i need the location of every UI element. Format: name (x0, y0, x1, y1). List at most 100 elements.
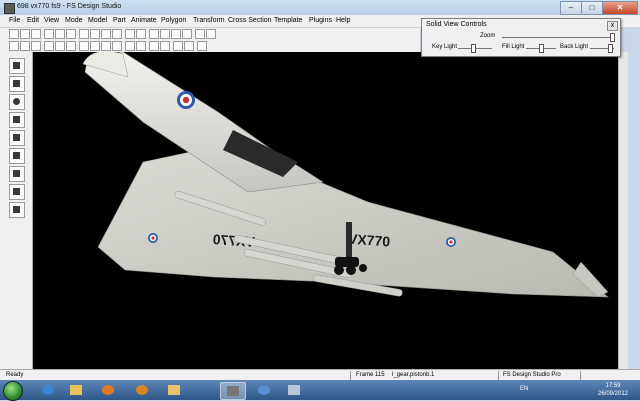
fsds-app-icon[interactable] (4, 3, 15, 14)
material-icon[interactable] (149, 41, 159, 51)
media-icon (102, 385, 114, 395)
panel-title: Solid View Controls (426, 21, 487, 28)
toolbar-secondary (0, 40, 420, 52)
menu-help[interactable]: Help (336, 17, 350, 24)
lathe-tool[interactable] (9, 202, 25, 218)
menu-cross-section[interactable]: Cross Section (228, 17, 272, 24)
zoom-slider-thumb[interactable] (609, 33, 615, 42)
side-view-icon[interactable] (90, 41, 100, 51)
find-icon[interactable] (112, 29, 122, 39)
delete-icon[interactable] (101, 29, 111, 39)
axis-z-icon[interactable] (182, 29, 192, 39)
polygon-tool[interactable] (9, 166, 25, 182)
wedge-icon (13, 134, 20, 141)
cone-icon (13, 116, 20, 123)
fsds-taskbar-button[interactable] (220, 382, 246, 400)
wedge-tool[interactable] (9, 130, 25, 146)
redo-icon[interactable] (90, 29, 100, 39)
clock-time: 17:59 (605, 383, 621, 389)
pointer-icon[interactable] (20, 41, 30, 51)
tool-palette (0, 52, 33, 369)
plug-icon (288, 385, 300, 395)
grid-icon[interactable] (149, 29, 159, 39)
new-file-icon[interactable] (9, 29, 19, 39)
firefox-icon (136, 385, 148, 395)
menu-template[interactable]: Template (274, 17, 302, 24)
top-view-icon[interactable] (79, 41, 89, 51)
cut-icon[interactable] (44, 29, 54, 39)
panel-close-button[interactable]: x (607, 21, 618, 31)
menu-view[interactable]: View (44, 17, 59, 24)
window-title: 698 vx770 fs9 - FS Design Studio (17, 3, 122, 10)
rotate-icon[interactable] (55, 41, 65, 51)
select-icon[interactable] (9, 41, 19, 51)
cylinder-tool[interactable] (9, 76, 25, 92)
status-product: FS Design Studio Pro (503, 372, 561, 378)
play-forward-icon[interactable] (184, 41, 194, 51)
status-ready: Ready (6, 372, 24, 378)
maximize-button[interactable]: □ (581, 1, 603, 15)
menu-edit[interactable]: Edit (27, 17, 39, 24)
zoom-in-icon[interactable] (125, 29, 135, 39)
zoom-out-icon[interactable] (136, 29, 146, 39)
back-light-label: Back Light (560, 44, 589, 50)
menu-transform[interactable]: Transform (193, 17, 225, 24)
close-button[interactable]: ✕ (602, 1, 638, 15)
axis-x-icon[interactable] (160, 29, 170, 39)
scale-icon[interactable] (66, 41, 76, 51)
fill-light-slider-thumb[interactable] (539, 44, 544, 53)
render-icon[interactable] (195, 29, 205, 39)
copy-icon[interactable] (55, 29, 65, 39)
wing-icon (13, 188, 20, 195)
texture-icon[interactable] (206, 29, 216, 39)
undo-icon[interactable] (79, 29, 89, 39)
zoom-slider-track[interactable] (502, 37, 614, 38)
plug-taskbar-button[interactable] (282, 382, 306, 398)
cylinder-icon (13, 80, 20, 87)
sphere-tool[interactable] (9, 94, 25, 110)
menu-plugins[interactable]: Plugins (309, 17, 332, 24)
minimize-button[interactable]: – (560, 1, 582, 15)
box-tool[interactable] (9, 58, 25, 74)
solid-viewport[interactable]: VX770 VX770 (33, 52, 618, 369)
plane-icon (13, 152, 20, 159)
back-light-slider-thumb[interactable] (607, 44, 613, 53)
firefox-taskbar-button[interactable] (130, 382, 154, 398)
wireframe-icon[interactable] (125, 41, 135, 51)
ie-taskbar-button[interactable] (36, 382, 60, 398)
wing-tool[interactable] (9, 184, 25, 200)
menu-part[interactable]: Part (113, 17, 126, 24)
save-file-icon[interactable] (31, 29, 41, 39)
camera-icon[interactable] (160, 41, 170, 51)
menu-mode[interactable]: Mode (65, 17, 83, 24)
plane-tool[interactable] (9, 148, 25, 164)
menu-model[interactable]: Model (88, 17, 107, 24)
aircraft-render: VX770 VX770 (82, 52, 609, 298)
lathe-icon (13, 206, 20, 213)
paint-taskbar-button[interactable] (252, 382, 276, 398)
front-view-icon[interactable] (101, 41, 111, 51)
play-back-icon[interactable] (173, 41, 183, 51)
paste-icon[interactable] (66, 29, 76, 39)
menu-file[interactable]: File (9, 17, 20, 24)
start-orb-icon[interactable] (3, 381, 23, 401)
system-clock[interactable]: 17:59 26/09/2012 (594, 382, 632, 398)
point-icon[interactable] (31, 41, 41, 51)
menu-polygon[interactable]: Polygon (161, 17, 186, 24)
move-icon[interactable] (44, 41, 54, 51)
language-indicator[interactable]: EN (520, 386, 528, 392)
folder-icon (70, 385, 82, 395)
explorer-taskbar-button[interactable] (162, 382, 186, 398)
solid-view-controls-panel: Solid View Controls x Zoom Key Light Fil… (421, 18, 621, 57)
axis-y-icon[interactable] (171, 29, 181, 39)
open-file-icon[interactable] (20, 29, 30, 39)
folder-taskbar-button[interactable] (64, 382, 88, 398)
cone-tool[interactable] (9, 112, 25, 128)
lighting-icon[interactable] (136, 41, 146, 51)
solid-view-icon[interactable] (112, 41, 122, 51)
stop-icon[interactable] (197, 41, 207, 51)
media-taskbar-button[interactable] (96, 382, 120, 398)
explorer-icon (168, 385, 180, 395)
key-light-slider-thumb[interactable] (471, 44, 477, 53)
menu-animate[interactable]: Animate (131, 17, 157, 24)
